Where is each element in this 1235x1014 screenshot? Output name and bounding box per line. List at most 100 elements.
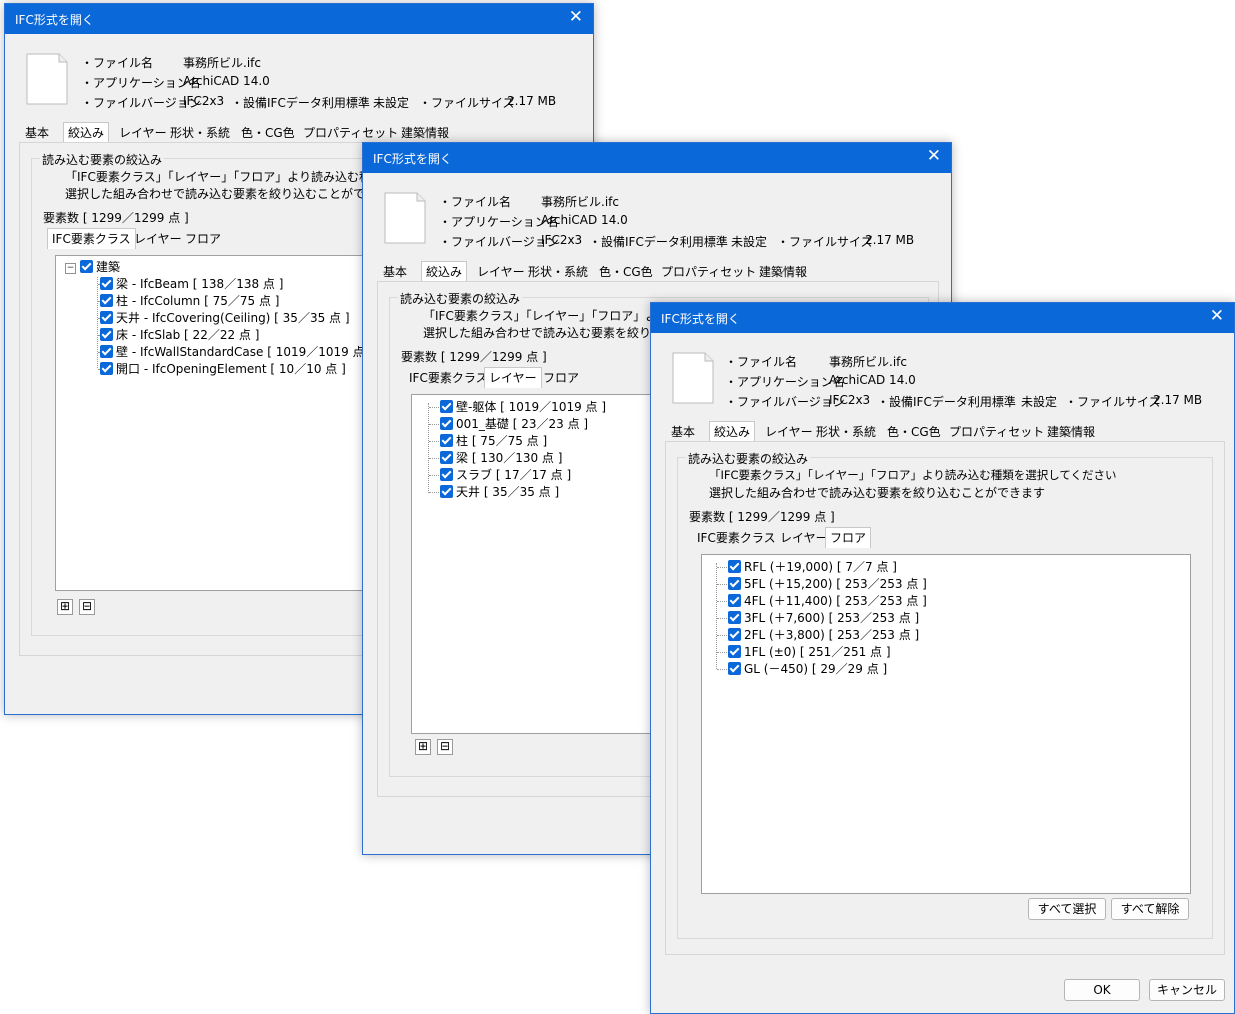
tree-item[interactable]: 天井 [ 35／35 点 ] (440, 484, 559, 500)
title-bar[interactable]: IFC形式を開く ✕ (363, 143, 951, 173)
tree-item[interactable]: 2FL (＋3,800) [ 253／253 点 ] (728, 627, 919, 643)
select-all-button[interactable]: すべて選択 (1028, 898, 1106, 920)
checkbox-icon[interactable] (80, 260, 93, 273)
description-line-2: 選択した組み合わせで読み込む要素を絞り込むことができます (709, 486, 1046, 500)
collapse-all-button[interactable]: ⊟ (437, 739, 453, 755)
subtab-layer[interactable]: レイヤー (130, 230, 186, 248)
ok-button[interactable]: OK (1064, 979, 1140, 1001)
checkbox-icon[interactable] (440, 434, 453, 447)
floor-tree[interactable]: RFL (＋19,000) [ 7／7 点 ] 5FL (＋15,200) [ … (701, 554, 1191, 894)
tab-building[interactable]: 建築情報 (1043, 423, 1099, 441)
tree-item[interactable]: 床 - IfcSlab [ 22／22 点 ] (100, 327, 259, 343)
subtab-layer[interactable]: レイヤー (776, 529, 832, 547)
subtab-ifc-class[interactable]: IFC要素クラス (693, 529, 780, 547)
tab-basic[interactable]: 基本 (667, 423, 699, 441)
tree-item-label: 柱 [ 75／75 点 ] (456, 434, 548, 448)
checkbox-icon[interactable] (728, 645, 741, 658)
title-bar[interactable]: IFC形式を開く ✕ (5, 4, 593, 34)
tree-item[interactable]: 柱 - IfcColumn [ 75／75 点 ] (100, 293, 279, 309)
size-label: ・ファイルサイズ (777, 235, 873, 249)
checkbox-icon[interactable] (728, 662, 741, 675)
subtab-floor[interactable]: フロア (539, 369, 583, 387)
tab-basic[interactable]: 基本 (379, 263, 411, 281)
tab-layer[interactable]: レイヤー (761, 423, 817, 441)
checkbox-icon[interactable] (100, 294, 113, 307)
deselect-all-button[interactable]: すべて解除 (1111, 898, 1189, 920)
close-icon[interactable]: ✕ (1210, 306, 1224, 326)
subtab-layer[interactable]: レイヤー (484, 367, 542, 388)
checkbox-icon[interactable] (100, 311, 113, 324)
tree-item[interactable]: 壁-躯体 [ 1019／1019 点 ] (440, 399, 606, 415)
size-label: ・ファイルサイズ (419, 96, 515, 110)
tree-root[interactable]: 建築 (80, 259, 120, 275)
tab-property[interactable]: プロパティセット (299, 124, 402, 142)
subtab-floor[interactable]: フロア (825, 527, 872, 548)
subtab-floor[interactable]: フロア (181, 230, 225, 248)
class-tree[interactable]: − 建築 梁 - IfcBeam [ 138／138 点 ] 柱 - IfcCo… (55, 255, 375, 591)
tab-color[interactable]: 色・CG色 (883, 423, 945, 441)
tree-item[interactable]: GL (－450) [ 29／29 点 ] (728, 661, 887, 677)
tab-basic[interactable]: 基本 (21, 124, 53, 142)
file-name-value: 事務所ビル.ifc (541, 195, 619, 209)
tree-item[interactable]: 開口 - IfcOpeningElement [ 10／10 点 ] (100, 361, 346, 377)
tab-filter[interactable]: 絞込み (709, 421, 756, 442)
subtab-ifc-class[interactable]: IFC要素クラス (47, 228, 136, 249)
tab-property[interactable]: プロパティセット (657, 263, 760, 281)
file-name-label: ・ファイル名 (439, 195, 512, 209)
tab-filter[interactable]: 絞込み (63, 122, 110, 143)
tree-item[interactable]: 梁 - IfcBeam [ 138／138 点 ] (100, 276, 283, 292)
file-name-label: ・ファイル名 (81, 56, 154, 70)
checkbox-icon[interactable] (440, 485, 453, 498)
tab-property[interactable]: プロパティセット (945, 423, 1048, 441)
tree-item[interactable]: 1FL (±0) [ 251／251 点 ] (728, 644, 891, 660)
tab-layer[interactable]: レイヤー (473, 263, 529, 281)
tab-filter[interactable]: 絞込み (421, 261, 468, 282)
tree-item[interactable]: 壁 - IfcWallStandardCase [ 1019／1019 点 ] (100, 344, 373, 360)
checkbox-icon[interactable] (728, 560, 741, 573)
subtab-ifc-class[interactable]: IFC要素クラス (405, 369, 492, 387)
tab-color[interactable]: 色・CG色 (237, 124, 299, 142)
tree-item-label: GL (－450) [ 29／29 点 ] (744, 662, 888, 676)
checkbox-icon[interactable] (100, 328, 113, 341)
tab-building[interactable]: 建築情報 (397, 124, 453, 142)
checkbox-icon[interactable] (100, 362, 113, 375)
checkbox-icon[interactable] (440, 468, 453, 481)
close-icon[interactable]: ✕ (927, 146, 941, 166)
tab-layer[interactable]: レイヤー (115, 124, 171, 142)
tree-item-label: 4FL (＋11,400) [ 253／253 点 ] (744, 594, 927, 608)
tree-item[interactable]: 柱 [ 75／75 点 ] (440, 433, 547, 449)
checkbox-icon[interactable] (728, 628, 741, 641)
checkbox-icon[interactable] (728, 577, 741, 590)
checkbox-icon[interactable] (100, 345, 113, 358)
tree-item[interactable]: 天井 - IfcCovering(Ceiling) [ 35／35 点 ] (100, 310, 350, 326)
tab-color[interactable]: 色・CG色 (595, 263, 657, 281)
close-icon[interactable]: ✕ (569, 7, 583, 27)
checkbox-icon[interactable] (440, 400, 453, 413)
tree-item[interactable]: スラブ [ 17／17 点 ] (440, 467, 571, 483)
checkbox-icon[interactable] (440, 451, 453, 464)
dialog-title: IFC形式を開く (15, 13, 94, 27)
main-tabs: 基本 絞込み レイヤー 形状・系統 色・CG色 プロパティセット 建築情報 (19, 122, 579, 143)
size-label: ・ファイルサイズ (1065, 395, 1161, 409)
checkbox-icon[interactable] (100, 277, 113, 290)
collapse-icon[interactable]: − (65, 263, 76, 274)
expand-all-button[interactable]: ⊞ (57, 599, 73, 615)
tab-shape[interactable]: 形状・系統 (166, 124, 234, 142)
tab-building[interactable]: 建築情報 (755, 263, 811, 281)
cancel-button[interactable]: キャンセル (1149, 979, 1225, 1001)
checkbox-icon[interactable] (728, 594, 741, 607)
tree-item[interactable]: RFL (＋19,000) [ 7／7 点 ] (728, 559, 897, 575)
title-bar[interactable]: IFC形式を開く ✕ (651, 303, 1234, 333)
checkbox-icon[interactable] (728, 611, 741, 624)
tree-item[interactable]: 001_基礎 [ 23／23 点 ] (440, 416, 588, 432)
description-line-1: 「IFC要素クラス」「レイヤー」「フロア」より読み込む種類を選択してください (709, 468, 1117, 482)
checkbox-icon[interactable] (440, 417, 453, 430)
collapse-all-button[interactable]: ⊟ (79, 599, 95, 615)
tree-item[interactable]: 4FL (＋11,400) [ 253／253 点 ] (728, 593, 927, 609)
tab-shape[interactable]: 形状・系統 (524, 263, 592, 281)
tree-item[interactable]: 3FL (＋7,600) [ 253／253 点 ] (728, 610, 919, 626)
tree-item[interactable]: 5FL (＋15,200) [ 253／253 点 ] (728, 576, 927, 592)
tab-shape[interactable]: 形状・系統 (812, 423, 880, 441)
expand-all-button[interactable]: ⊞ (415, 739, 431, 755)
tree-item[interactable]: 梁 [ 130／130 点 ] (440, 450, 562, 466)
